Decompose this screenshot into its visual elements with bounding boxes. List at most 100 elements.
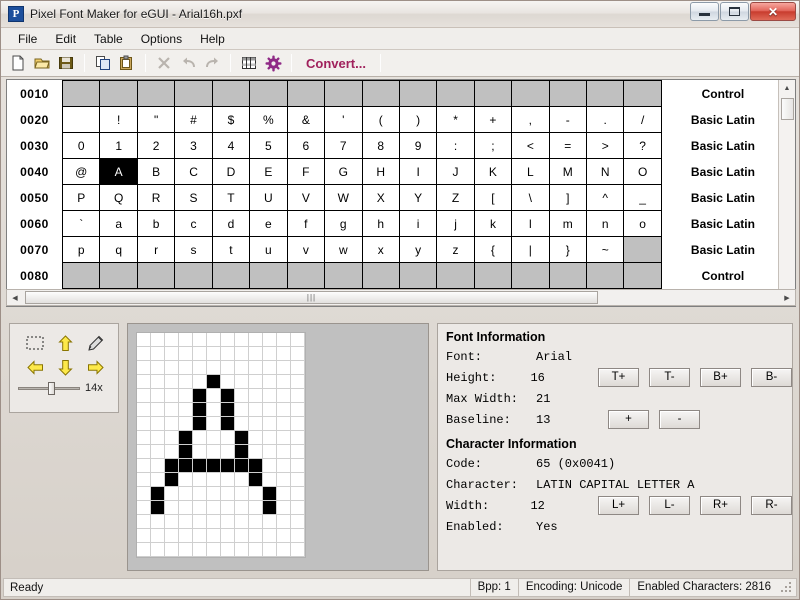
char-cell[interactable]: n <box>586 211 623 237</box>
glyph-pixel[interactable] <box>291 417 305 431</box>
glyph-pixel[interactable] <box>291 333 305 347</box>
glyph-pixel[interactable] <box>221 375 235 389</box>
char-cell[interactable]: y <box>399 237 436 263</box>
close-button[interactable]: ✕ <box>750 2 796 21</box>
glyph-pixel[interactable] <box>291 389 305 403</box>
glyph-pixel[interactable] <box>277 375 291 389</box>
char-cell[interactable] <box>624 237 661 263</box>
menu-item-edit[interactable]: Edit <box>46 30 85 48</box>
select-rect-button[interactable] <box>20 331 50 355</box>
glyph-pixel[interactable] <box>179 347 193 361</box>
glyph-pixel[interactable] <box>193 501 207 515</box>
char-cell[interactable]: A <box>100 159 137 185</box>
char-cell[interactable]: c <box>175 211 212 237</box>
glyph-pixel[interactable] <box>235 431 249 445</box>
delete-button[interactable] <box>153 52 175 74</box>
char-cell[interactable] <box>137 263 174 289</box>
glyph-pixel[interactable] <box>207 431 221 445</box>
glyph-pixel[interactable] <box>207 473 221 487</box>
char-cell[interactable]: . <box>586 107 623 133</box>
glyph-pixel[interactable] <box>235 529 249 543</box>
char-cell[interactable]: 8 <box>362 133 399 159</box>
glyph-pixel[interactable] <box>277 431 291 445</box>
glyph-pixel[interactable] <box>249 347 263 361</box>
glyph-pixel[interactable] <box>221 403 235 417</box>
char-cell[interactable]: J <box>437 159 474 185</box>
glyph-pixel[interactable] <box>291 375 305 389</box>
char-cell[interactable]: ^ <box>586 185 623 211</box>
char-cell[interactable]: > <box>586 133 623 159</box>
char-cell[interactable] <box>325 81 362 107</box>
glyph-pixel[interactable] <box>235 417 249 431</box>
glyph-pixel[interactable] <box>137 431 151 445</box>
zoom-slider-knob[interactable] <box>48 382 55 395</box>
glyph-pixel[interactable] <box>277 515 291 529</box>
char-cell[interactable] <box>62 107 100 133</box>
char-cell[interactable]: K <box>474 159 511 185</box>
resize-grip-icon[interactable] <box>780 581 794 595</box>
glyph-pixel[interactable] <box>291 515 305 529</box>
maximize-button[interactable] <box>720 2 749 21</box>
char-cell[interactable]: T <box>212 185 249 211</box>
glyph-pixel[interactable] <box>263 501 277 515</box>
glyph-pixel[interactable] <box>207 361 221 375</box>
char-cell[interactable]: N <box>586 159 623 185</box>
glyph-editor[interactable] <box>127 323 429 571</box>
glyph-pixel[interactable] <box>151 361 165 375</box>
glyph-pixel[interactable] <box>235 473 249 487</box>
glyph-pixel[interactable] <box>221 431 235 445</box>
char-cell[interactable]: S <box>175 185 212 211</box>
glyph-pixel[interactable] <box>165 389 179 403</box>
char-cell[interactable] <box>624 263 661 289</box>
char-cell[interactable]: ; <box>474 133 511 159</box>
menu-item-help[interactable]: Help <box>191 30 234 48</box>
glyph-pixel[interactable] <box>207 347 221 361</box>
glyph-pixel[interactable] <box>207 515 221 529</box>
glyph-pixel[interactable] <box>221 501 235 515</box>
glyph-pixel[interactable] <box>235 403 249 417</box>
glyph-pixel[interactable] <box>249 459 263 473</box>
glyph-pixel[interactable] <box>249 515 263 529</box>
char-cell[interactable]: , <box>512 107 549 133</box>
glyph-pixel[interactable] <box>165 501 179 515</box>
table-vertical-scrollbar[interactable]: ▲ ▼ <box>778 80 795 306</box>
glyph-pixel[interactable] <box>249 473 263 487</box>
top-decrease-button[interactable]: T- <box>649 368 690 387</box>
glyph-pixel[interactable] <box>137 459 151 473</box>
glyph-pixel[interactable] <box>277 333 291 347</box>
glyph-pixel[interactable] <box>249 501 263 515</box>
glyph-pixel[interactable] <box>179 515 193 529</box>
glyph-pixel[interactable] <box>193 515 207 529</box>
glyph-pixel[interactable] <box>137 501 151 515</box>
glyph-pixel[interactable] <box>291 403 305 417</box>
char-cell[interactable]: : <box>437 133 474 159</box>
glyph-pixel[interactable] <box>193 431 207 445</box>
glyph-pixel[interactable] <box>207 445 221 459</box>
char-cell[interactable]: 1 <box>100 133 137 159</box>
char-cell[interactable]: - <box>549 107 586 133</box>
glyph-pixel[interactable] <box>291 361 305 375</box>
glyph-pixel[interactable] <box>221 487 235 501</box>
glyph-pixel[interactable] <box>207 403 221 417</box>
glyph-pixel[interactable] <box>277 487 291 501</box>
glyph-pixel[interactable] <box>193 375 207 389</box>
char-cell[interactable]: u <box>250 237 287 263</box>
glyph-pixel[interactable] <box>235 389 249 403</box>
char-cell[interactable]: D <box>212 159 249 185</box>
char-cell[interactable]: t <box>212 237 249 263</box>
glyph-pixel[interactable] <box>235 515 249 529</box>
glyph-pixel[interactable] <box>193 347 207 361</box>
char-cell[interactable] <box>549 81 586 107</box>
glyph-pixel[interactable] <box>165 375 179 389</box>
char-cell[interactable]: b <box>137 211 174 237</box>
glyph-pixel[interactable] <box>179 333 193 347</box>
char-cell[interactable]: p <box>62 237 100 263</box>
glyph-pixel[interactable] <box>235 445 249 459</box>
char-cell[interactable]: U <box>250 185 287 211</box>
glyph-pixel[interactable] <box>207 543 221 557</box>
char-cell[interactable]: a <box>100 211 137 237</box>
glyph-pixel[interactable] <box>277 459 291 473</box>
glyph-pixel[interactable] <box>263 361 277 375</box>
char-cell[interactable]: o <box>624 211 661 237</box>
new-file-button[interactable] <box>7 52 29 74</box>
